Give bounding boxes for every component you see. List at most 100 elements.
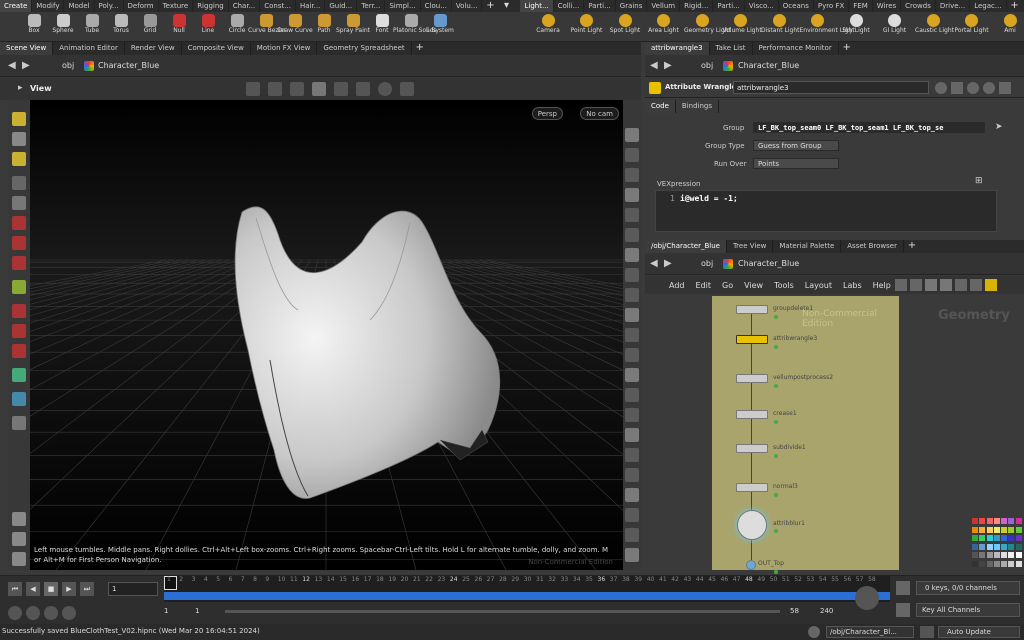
pane-tab[interactable]: Scene View: [0, 42, 54, 55]
lock-icon[interactable]: [12, 196, 26, 210]
flag-icon[interactable]: [985, 279, 997, 291]
node-name-field[interactable]: attribwrangle3: [733, 81, 929, 94]
play-reverse-icon[interactable]: ◀: [26, 582, 40, 596]
range-end-playback[interactable]: 58: [790, 607, 799, 615]
camera-pan-icon[interactable]: [268, 82, 282, 96]
shelf-tab[interactable]: Modify: [32, 0, 65, 12]
pane-tab[interactable]: Material Palette: [773, 240, 842, 253]
shelf-tab[interactable]: Simpl...: [385, 0, 421, 12]
camera-dolly-icon[interactable]: [290, 82, 304, 96]
network-node[interactable]: [736, 444, 768, 453]
palette-swatch[interactable]: [1008, 535, 1015, 541]
question-icon[interactable]: [967, 82, 979, 94]
magnet-icon[interactable]: [12, 304, 26, 318]
pane-tab[interactable]: Tree View: [727, 240, 774, 253]
help-h-icon[interactable]: [951, 82, 963, 94]
display-option-icon[interactable]: [625, 248, 639, 262]
shelf-tab[interactable]: Parti...: [584, 0, 616, 12]
display-option-icon[interactable]: [625, 488, 639, 502]
network-node[interactable]: [746, 560, 756, 570]
network-menu-item[interactable]: Add: [669, 281, 685, 290]
shelf-tool[interactable]: Spot Light: [607, 12, 643, 42]
search-icon[interactable]: [983, 82, 995, 94]
palette-swatch[interactable]: [993, 526, 1000, 533]
shelf-tab[interactable]: Create: [0, 0, 33, 12]
path-character[interactable]: Character_Blue: [738, 61, 799, 70]
palette-swatch[interactable]: [972, 535, 978, 541]
group-select-arrow-icon[interactable]: ➤: [995, 122, 1003, 132]
shelf-tool[interactable]: Volume Light: [723, 12, 762, 42]
shelf-tab[interactable]: Guid...: [325, 0, 358, 12]
palette-swatch[interactable]: [1001, 560, 1008, 567]
shelf-tab[interactable]: Oceans: [779, 0, 814, 12]
home-view-icon[interactable]: [334, 82, 348, 96]
tumble-icon[interactable]: [12, 416, 26, 430]
shelf-tab[interactable]: Vellum: [647, 0, 681, 12]
display-option-icon[interactable]: [625, 388, 639, 402]
key-all-channels-dropdown[interactable]: Key All Channels: [916, 603, 1020, 617]
network-node[interactable]: [736, 305, 768, 314]
back-arrow-icon[interactable]: ◀: [650, 60, 658, 71]
display-option-icon[interactable]: [625, 268, 639, 282]
network-node[interactable]: [736, 335, 768, 344]
add-tab-icon[interactable]: +: [904, 240, 920, 253]
forward-arrow-icon[interactable]: ▶: [664, 60, 672, 71]
palette-swatch[interactable]: [993, 535, 1000, 541]
shelf-tab[interactable]: Light...: [520, 0, 554, 12]
chat-icon[interactable]: [808, 626, 820, 638]
shelf-tool[interactable]: Environment Light: [800, 12, 855, 42]
network-node[interactable]: [737, 510, 767, 540]
palette-swatch[interactable]: [979, 518, 986, 524]
network-menu-item[interactable]: Labs: [843, 281, 862, 290]
palette-swatch[interactable]: [979, 526, 986, 533]
display-option-icon[interactable]: [625, 368, 639, 382]
palette-swatch[interactable]: [1015, 518, 1022, 524]
network-menu-item[interactable]: Help: [873, 281, 891, 290]
shelf-tool[interactable]: Geometry Light: [684, 12, 731, 42]
current-frame-field[interactable]: 1: [108, 582, 158, 596]
range-slider[interactable]: [225, 610, 780, 613]
group-type-dropdown[interactable]: Guess from Group: [753, 140, 839, 151]
code-editor[interactable]: 1 i@weld = -1;: [655, 190, 997, 232]
shelf-tab[interactable]: Clou...: [421, 0, 452, 12]
shelf-tool[interactable]: GI Light: [877, 12, 913, 42]
gear-icon[interactable]: [935, 82, 947, 94]
timeline-track[interactable]: 1 2 3 4 5 6 7 8 9 10 11 12 13 14 15 16 17 18 19 20 21 22 23 24 2…: [164, 576, 890, 602]
palette-swatch[interactable]: [1008, 518, 1015, 524]
display-option-icon[interactable]: [625, 128, 639, 142]
handle-tool-icon[interactable]: [12, 280, 26, 294]
scale-tool-icon[interactable]: [12, 256, 26, 270]
pose-tool-icon[interactable]: [12, 392, 26, 406]
audio-icon[interactable]: [8, 606, 22, 620]
network-menu-item[interactable]: View: [744, 281, 763, 290]
pane-tab[interactable]: Composite View: [182, 42, 251, 55]
shelf-tool[interactable]: Area Light: [646, 12, 682, 42]
camera-dropdown[interactable]: No cam: [580, 107, 619, 120]
path-character[interactable]: Character_Blue: [738, 259, 799, 268]
display-option-icon[interactable]: [625, 208, 639, 222]
network-menu-item[interactable]: Edit: [696, 281, 712, 290]
shelf-tool[interactable]: Point Light: [569, 12, 605, 42]
display-option-icon[interactable]: [625, 348, 639, 362]
grid-view-icon[interactable]: [925, 279, 937, 291]
shelf-tool[interactable]: Camera: [530, 12, 566, 42]
palette-swatch[interactable]: [1008, 543, 1015, 550]
code-text[interactable]: i@weld = -1;: [680, 194, 738, 203]
palette-swatch[interactable]: [1015, 535, 1022, 541]
palette-swatch[interactable]: [993, 560, 1000, 567]
global-anim-icon[interactable]: [62, 606, 76, 620]
wrench-icon[interactable]: [895, 279, 907, 291]
forward-arrow-icon[interactable]: ▶: [664, 258, 672, 269]
group-field[interactable]: LF_BK_top_seam0 LF_BK_top_seam1 LF_BK_to…: [753, 122, 985, 133]
view-tool-icon[interactable]: [12, 368, 26, 382]
add-tab-icon[interactable]: +: [839, 42, 855, 55]
shelf-tab[interactable]: Volu...: [452, 0, 483, 12]
jump-start-icon[interactable]: ⏮: [8, 582, 22, 596]
palette-swatch[interactable]: [993, 543, 1000, 550]
shelf-tab[interactable]: Model: [64, 0, 95, 12]
palette-swatch[interactable]: [986, 518, 993, 524]
pane-tab[interactable]: Animation Editor: [53, 42, 125, 55]
palette-swatch[interactable]: [986, 535, 993, 541]
scene-viewport[interactable]: Persp No cam Left mouse tumbles. Middle …: [30, 100, 623, 570]
shelf-tab[interactable]: Texture: [159, 0, 194, 12]
